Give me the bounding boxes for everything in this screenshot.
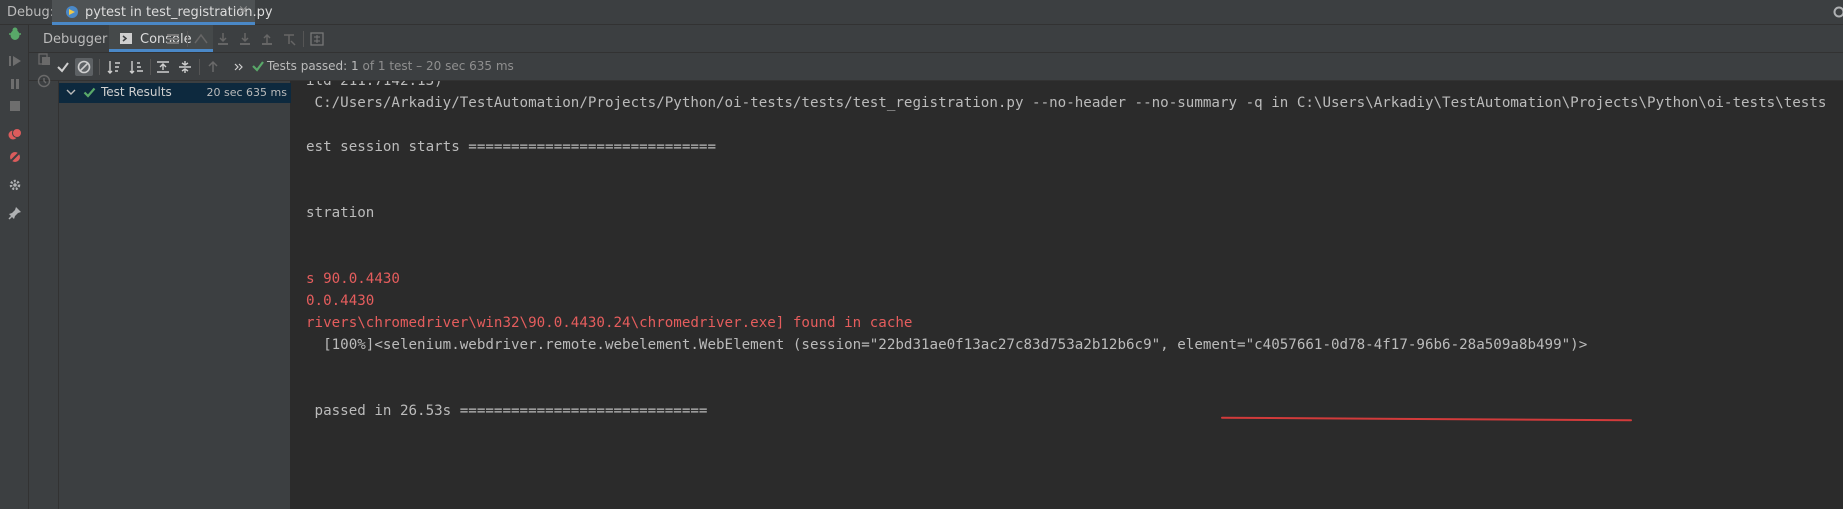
show-execution-point-icon[interactable]: [193, 31, 209, 47]
debug-side-toolbar: [0, 25, 29, 509]
show-ignored-icon[interactable]: [75, 58, 93, 76]
tests-passed-label: Tests passed: 1: [267, 59, 359, 73]
console-line: [100%]<selenium.webdriver.remote.webelem…: [306, 337, 1588, 353]
toolbar-divider: [99, 59, 100, 75]
stop-icon[interactable]: [7, 98, 23, 114]
console-output[interactable]: ild 211.7142.13) C:/Users/Arkadiy/TestAu…: [291, 81, 1843, 509]
test-runner-toolbar: Tests passed: 1 of 1 test – 20 sec 635 m…: [29, 53, 1843, 81]
view-breakpoints-icon[interactable]: [7, 126, 23, 142]
previous-failed-icon[interactable]: [204, 58, 222, 76]
test-history-icon[interactable]: [36, 73, 52, 89]
more-actions-icon[interactable]: [230, 58, 248, 76]
chevron-down-icon[interactable]: [65, 85, 77, 99]
passed-check-icon: [83, 87, 96, 98]
show-passed-icon[interactable]: [54, 58, 72, 76]
pause-icon[interactable]: [7, 76, 23, 92]
test-status-text: Tests passed: 1 of 1 test – 20 sec 635 m…: [267, 59, 514, 73]
settings-icon[interactable]: [7, 177, 23, 193]
sort-alphabetically-icon[interactable]: [105, 58, 123, 76]
tab-debugger[interactable]: Debugger: [43, 32, 107, 47]
tree-item-duration: 20 sec 635 ms: [206, 86, 287, 99]
pytest-run-icon: [66, 6, 78, 18]
tests-passed-check-icon: [252, 61, 264, 72]
console-line-error: s 90.0.4430: [306, 271, 400, 287]
tests-passed-detail: of 1 test – 20 sec 635 ms: [358, 59, 514, 73]
console-icon: [120, 33, 132, 44]
step-into-icon[interactable]: [237, 31, 253, 47]
close-icon[interactable]: ×: [238, 3, 249, 18]
expand-all-icon[interactable]: [154, 58, 172, 76]
console-line-error: rivers\chromedriver\win32\90.0.4430.24\c…: [306, 315, 913, 331]
debug-tabs-bar: Debugger Console: [29, 25, 1843, 53]
toolbar-divider: [150, 59, 151, 75]
gear-icon[interactable]: [1827, 4, 1843, 20]
console-line: C:/Users/Arkadiy/TestAutomation/Projects…: [306, 95, 1827, 111]
evaluate-expression-icon[interactable]: [309, 31, 325, 47]
run-config-tab[interactable]: pytest in test_registration.py ×: [52, 0, 273, 25]
step-out-icon[interactable]: [259, 31, 275, 47]
resume-icon[interactable]: [7, 53, 23, 69]
sort-by-duration-icon[interactable]: [127, 58, 145, 76]
test-tree-side-strip: [29, 53, 59, 509]
mute-breakpoints-icon[interactable]: [7, 149, 23, 165]
toolbar-divider: [199, 59, 200, 75]
tree-item-label: Test Results: [101, 85, 172, 99]
debug-title-bar: Debug: pytest in test_registration.py ×: [0, 0, 1843, 25]
console-line: stration: [306, 205, 375, 221]
export-results-icon[interactable]: [36, 51, 52, 67]
collapse-all-icon[interactable]: [176, 58, 194, 76]
run-to-cursor-icon[interactable]: [281, 31, 297, 47]
console-line: est session starts =====================…: [306, 139, 716, 155]
console-line: ild 211.7142.13): [306, 81, 443, 89]
pin-icon[interactable]: [7, 205, 23, 221]
test-results-tree: Test Results 20 sec 635 ms: [59, 81, 291, 509]
toolbar-divider: [303, 31, 304, 47]
tree-item-test-results[interactable]: Test Results 20 sec 635 ms: [59, 83, 291, 103]
toolbar-divider: [187, 31, 188, 47]
console-line-error: 0.0.4430: [306, 293, 375, 309]
console-line: passed in 26.53s =======================…: [306, 403, 708, 419]
menu-lines-icon[interactable]: [165, 31, 181, 47]
debug-bug-icon[interactable]: [7, 26, 23, 42]
step-over-icon[interactable]: [215, 31, 231, 47]
debug-label: Debug:: [7, 5, 55, 20]
annotation-underline: [1220, 416, 1633, 422]
